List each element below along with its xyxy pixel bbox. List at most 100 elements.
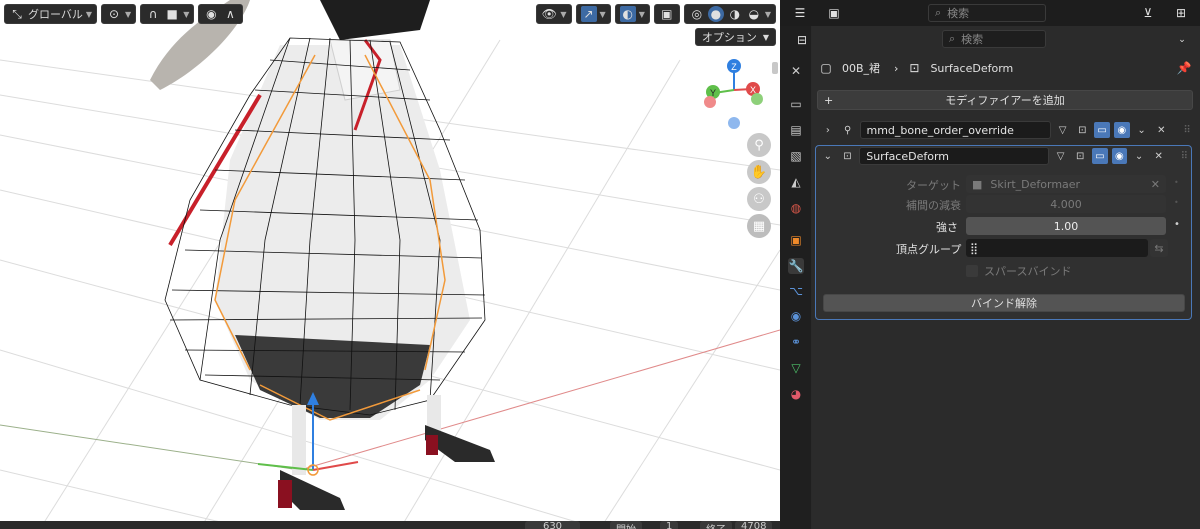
snap-icon: ∩ [148, 7, 158, 21]
3d-viewport[interactable]: ⤡ グローバル ▼ ⊙ ▼ ∩ ■ ▼ ◉ ∧ 👁 ▼ ↗ ▼ ◐ ▼ ▣ ◎ … [0, 0, 780, 529]
checkbox-box[interactable] [966, 265, 978, 277]
gizmo-x-arrow[interactable] [312, 461, 359, 471]
viewport-display-icon[interactable]: ▭ [1094, 122, 1110, 138]
heel-left [278, 480, 292, 508]
physics-icon[interactable]: ◉ [788, 308, 804, 324]
orientation-label: グローバル [28, 8, 83, 21]
gizmo-z-label: Z [731, 62, 737, 72]
view-layer-icon[interactable]: ▧ [788, 148, 804, 164]
chevron-down-icon[interactable]: ⌄ [1131, 148, 1147, 164]
properties-editor-icon[interactable]: ⊟ [794, 32, 810, 48]
modifier-header-surface-deform[interactable]: ⌄ ⊡ SurfaceDeform ▽ ⊡ ▭ ◉ ⌄ ✕ ⠿ [820, 146, 1192, 166]
display-mode-icon[interactable]: ▣ [826, 5, 842, 21]
navigation-gizmo[interactable]: Z Y X [700, 55, 770, 135]
visibility-dropdown[interactable]: 👁 ▼ [536, 4, 572, 24]
tool-icon[interactable]: ✕ [788, 63, 804, 79]
wireframe-shading-icon[interactable]: ◎ [689, 6, 705, 22]
mesh-object-icon: ▢ [820, 61, 832, 75]
edit-mode-icon[interactable]: ⊡ [1074, 122, 1090, 138]
outliner-editor-icon[interactable]: ☰ [792, 5, 808, 21]
close-icon[interactable]: ✕ [1153, 122, 1169, 138]
close-icon[interactable]: ✕ [1151, 148, 1167, 164]
filter-icon[interactable]: ⊻ [1140, 5, 1156, 21]
chevron-down-icon: ▼ [762, 32, 769, 42]
pivot-dropdown[interactable]: ⊙ ▼ [101, 4, 137, 24]
sparse-bind-label: スパースバインド [984, 265, 1072, 278]
invert-vertex-group-icon[interactable]: ⇆ [1150, 239, 1168, 257]
chevron-down-icon[interactable]: ⌄ [820, 148, 836, 164]
object-icon[interactable]: ▣ [788, 232, 804, 248]
target-field[interactable]: ■ Skirt_Deformaer ✕ [966, 175, 1166, 193]
drag-handle-icon[interactable]: ⠿ [1176, 148, 1192, 164]
properties-search[interactable]: ⌕ 検索 [942, 30, 1046, 48]
camera-view-icon[interactable]: ⚇ [747, 187, 771, 211]
modifier-name-field[interactable]: mmd_bone_order_override [859, 121, 1051, 139]
pan-hand-icon[interactable]: ✋ [747, 160, 771, 184]
clear-icon[interactable]: ✕ [1151, 178, 1160, 191]
drag-handle-icon[interactable]: ⠿ [1179, 122, 1195, 138]
snap-group[interactable]: ∩ ■ ▼ [140, 4, 195, 24]
frame-start-value[interactable]: 1 [660, 521, 679, 529]
grid-view-icon[interactable]: ▦ [747, 214, 771, 238]
edit-mode-cage-icon[interactable]: ▽ [1053, 148, 1069, 164]
animate-dot-icon[interactable]: • [1174, 219, 1180, 230]
chevron-down-icon[interactable]: ⌄ [1134, 122, 1150, 138]
snap-target-icon: ■ [166, 7, 178, 21]
data-icon[interactable]: ▽ [788, 360, 804, 376]
shading-modes[interactable]: ◎ ● ◑ ◒ ▼ [683, 4, 776, 24]
surface-deform-icon: ⊡ [843, 150, 852, 162]
animate-dot-icon[interactable]: • [1174, 178, 1179, 187]
output-icon[interactable]: ▤ [788, 122, 804, 138]
world-icon[interactable]: ◍ [788, 200, 804, 216]
frame-current[interactable]: 630 [525, 521, 580, 529]
zoom-icon[interactable]: ⚲ [747, 133, 771, 157]
axis-icon: ⤡ [12, 6, 22, 21]
edit-mode-icon[interactable]: ⊡ [1072, 148, 1088, 164]
render-icon[interactable]: ▭ [788, 96, 804, 112]
modifier-wrench-icon[interactable]: 🔧 [788, 258, 804, 274]
chevron-down-icon: ▼ [560, 9, 567, 19]
overlay-dropdown[interactable]: ◐ ▼ [614, 4, 650, 24]
proportional-edit-icon: ◉ [206, 7, 217, 21]
viewport-scene[interactable] [0, 0, 780, 529]
strength-field[interactable]: 1.00 [966, 217, 1166, 235]
modifier-name-field[interactable]: SurfaceDeform [859, 147, 1049, 165]
frame-end-value[interactable]: 4708 [735, 521, 773, 529]
chevron-right-icon[interactable]: › [820, 122, 836, 138]
orientation-dropdown[interactable]: ⤡ グローバル ▼ [4, 4, 98, 24]
add-modifier-label: モディファイアーを追加 [945, 94, 1065, 107]
viewport-display-icon[interactable]: ▭ [1092, 148, 1108, 164]
sparse-bind-checkbox[interactable]: スパースバインド [966, 263, 1071, 279]
options-dropdown[interactable]: オプション ▼ [694, 28, 776, 46]
animate-dot-icon[interactable]: • [1174, 198, 1179, 207]
chevron-down-icon: ▼ [125, 9, 132, 19]
falloff-label: 補間の減衰 [906, 199, 961, 212]
proportional-edit-group[interactable]: ◉ ∧ [198, 4, 244, 24]
properties-tab-strip: ✕ ▭ ▤ ▧ ◭ ◍ ▣ 🔧 ⌥ ◉ ⚭ ▽ ◕ [780, 0, 812, 529]
scene-icon[interactable]: ◭ [788, 174, 804, 190]
breadcrumb: ▢ 00B_裙 › ⊡ SurfaceDeform [818, 60, 1013, 76]
material-icon[interactable]: ◕ [788, 386, 804, 402]
vertex-group-field[interactable]: ⣿ [966, 239, 1148, 257]
material-shading-icon[interactable]: ◑ [727, 6, 743, 22]
search-placeholder: 検索 [961, 33, 984, 46]
falloff-field[interactable]: 4.000 [966, 195, 1166, 213]
chevron-down-icon[interactable]: ⌄ [1174, 32, 1190, 48]
breadcrumb-modifier: SurfaceDeform [930, 61, 1014, 75]
outliner-search[interactable]: ⌕ 検索 [928, 4, 1046, 22]
xray-toggle[interactable]: ▣ [653, 4, 680, 24]
constraints-icon[interactable]: ⚭ [788, 334, 804, 350]
viewport-scrollbar[interactable] [772, 62, 778, 74]
render-camera-icon[interactable]: ◉ [1111, 148, 1128, 164]
edit-mode-cage-icon[interactable]: ▽ [1055, 122, 1071, 138]
modifier-header-bone-order[interactable]: › ⚲ mmd_bone_order_override ▽ ⊡ ▭ ◉ ⌄ ✕ … [820, 121, 1195, 139]
solid-shading-icon[interactable]: ● [707, 6, 724, 22]
pin-icon[interactable]: 📌 [1176, 60, 1192, 76]
rendered-shading-icon[interactable]: ◒ [746, 6, 762, 22]
add-modifier-button[interactable]: + モディファイアーを追加 [817, 90, 1193, 110]
render-camera-icon[interactable]: ◉ [1113, 122, 1130, 138]
gizmo-dropdown[interactable]: ↗ ▼ [575, 4, 611, 24]
particles-icon[interactable]: ⌥ [788, 283, 804, 299]
unbind-button[interactable]: バインド解除 [823, 294, 1185, 312]
new-collection-icon[interactable]: ⊞ [1173, 5, 1189, 21]
